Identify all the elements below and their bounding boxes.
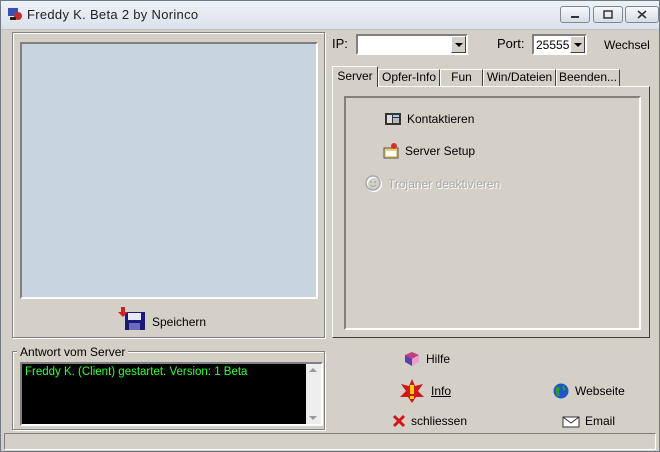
window-title: Freddy K. Beta 2 by Norinco [27, 7, 199, 22]
minimize-button[interactable] [560, 6, 590, 23]
globe-icon [553, 383, 569, 399]
switch-button[interactable]: Wechsel [604, 38, 650, 52]
chevron-down-icon [573, 42, 582, 47]
close-button[interactable] [625, 6, 659, 23]
floppy-save-icon [118, 307, 145, 330]
scroll-up-icon[interactable] [309, 368, 317, 372]
tab-beenden[interactable]: Beenden... [556, 69, 620, 86]
response-group-label: Antwort vom Server [17, 345, 129, 359]
close-app-button[interactable]: schliessen [392, 414, 467, 428]
port-label: Port: [497, 36, 525, 51]
chevron-down-icon [454, 42, 463, 47]
maximize-icon [603, 10, 613, 19]
help-label: Hilfe [426, 352, 451, 366]
ip-combobox[interactable] [356, 34, 468, 55]
close-app-label: schliessen [411, 414, 468, 428]
book-help-icon [405, 352, 419, 366]
tab-win-dateien[interactable]: Win/Dateien [483, 69, 556, 86]
minimize-icon [571, 15, 579, 18]
contact-button[interactable]: Kontaktieren [384, 110, 474, 128]
trojan-app-icon [8, 8, 22, 20]
email-label: Email [585, 414, 616, 428]
server-response-console[interactable]: Freddy K. (Client) gestartet. Version: 1… [20, 362, 323, 426]
save-label: Speichern [152, 315, 207, 329]
scroll-down-icon[interactable] [309, 416, 317, 420]
server-actions-frame [344, 96, 641, 330]
help-button[interactable]: Hilfe [403, 350, 450, 368]
tab-opfer-info[interactable]: Opfer-Info [378, 69, 440, 86]
screen-preview [20, 42, 318, 299]
red-x-icon [392, 414, 406, 428]
port-combobox[interactable]: 25555 [532, 34, 587, 55]
website-label: Webseite [575, 384, 625, 398]
server-setup-button[interactable]: Server Setup [382, 142, 475, 160]
smiley-icon [365, 175, 382, 192]
maximize-button[interactable] [593, 6, 623, 23]
email-button[interactable]: Email [562, 414, 615, 428]
save-button[interactable]: Speichern [117, 307, 206, 331]
tab-server[interactable]: Server [332, 66, 378, 87]
website-button[interactable]: Webseite [552, 382, 625, 400]
console-scrollbar[interactable] [306, 364, 321, 424]
status-bar [4, 433, 656, 450]
disable-trojan-button[interactable]: Trojaner deaktivieren [365, 175, 500, 193]
info-label: Info [431, 384, 452, 398]
response-text: Freddy K. (Client) gestartet. Version: 1… [25, 366, 248, 378]
main-window: Freddy K. Beta 2 by Norinco Speichern An… [0, 0, 660, 452]
phone-icon [385, 113, 401, 125]
title-bar[interactable]: Freddy K. Beta 2 by Norinco [1, 1, 659, 30]
info-button[interactable]: Info [398, 378, 451, 404]
tab-fun[interactable]: Fun [440, 69, 483, 86]
envelope-icon [562, 416, 580, 428]
contact-label: Kontaktieren [407, 112, 475, 126]
info-icon [400, 379, 424, 403]
server-setup-label: Server Setup [405, 144, 476, 158]
port-dropdown-button[interactable] [570, 36, 585, 53]
setup-icon [383, 143, 399, 159]
close-icon [637, 10, 647, 19]
disable-trojan-label: Trojaner deaktivieren [388, 177, 501, 191]
ip-label: IP: [332, 36, 348, 51]
port-value: 25555 [536, 38, 570, 52]
ip-dropdown-button[interactable] [451, 36, 466, 53]
